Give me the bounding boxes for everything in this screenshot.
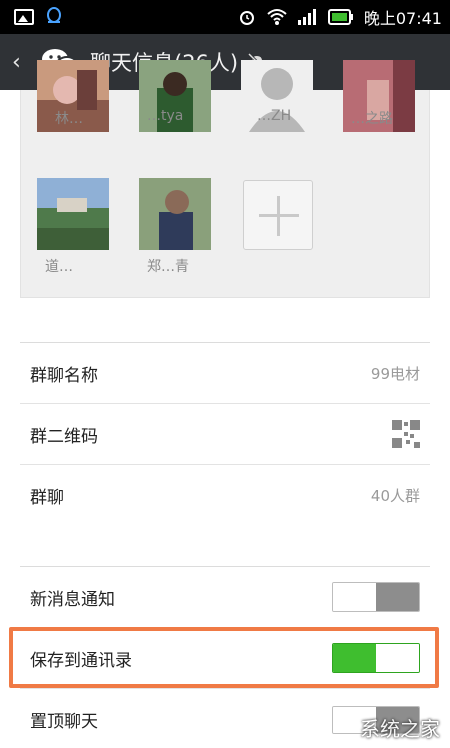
member-avatar[interactable]: …tya — [139, 60, 211, 132]
status-bar: 晚上07:41 — [0, 0, 450, 34]
qr-code-icon — [392, 420, 420, 448]
gallery-icon — [14, 9, 34, 25]
row-value: 40人群 — [370, 487, 420, 505]
row-label: 置顶聊天 — [30, 712, 98, 732]
avatar — [37, 178, 109, 250]
back-chevron-icon[interactable]: ‹ — [12, 50, 30, 75]
qr-code-row[interactable]: 群二维码 — [20, 404, 430, 465]
wifi-icon — [267, 9, 287, 25]
member-name: 道… — [45, 259, 73, 275]
member-avatar[interactable]: …之路 — [343, 60, 415, 132]
notify-toggle[interactable] — [332, 582, 420, 612]
battery-icon — [327, 9, 353, 25]
group-name-row[interactable]: 群聊名称 99电材 — [20, 343, 430, 404]
member-name: …tya — [147, 108, 184, 124]
watermark: 系统之家 — [360, 717, 440, 741]
highlight-box — [9, 627, 439, 688]
toggle-knob — [333, 583, 376, 611]
member-avatar[interactable]: 林… — [37, 60, 109, 132]
row-label: 新消息通知 — [30, 589, 115, 610]
new-message-notify-row: 新消息通知 — [20, 567, 430, 628]
member-name: …之路 — [351, 111, 393, 127]
member-grid: 林… …tya …ZH …之路 道… 郑…青 — [20, 60, 430, 298]
clock-time: 晚上07:41 — [363, 9, 442, 28]
alarm-icon — [239, 11, 254, 25]
group-row[interactable]: 群聊 40人群 — [20, 465, 430, 526]
row-value: 99电材 — [370, 364, 420, 383]
member-name: …ZH — [257, 108, 292, 124]
toggle-track — [376, 583, 419, 611]
settings-list-1: 群聊名称 99电材 群二维码 群聊 40人群 — [20, 342, 430, 526]
row-label: 群二维码 — [30, 426, 98, 447]
member-name: 郑…青 — [147, 259, 189, 275]
row-label: 群聊 — [30, 488, 64, 508]
member-name: 林… — [55, 111, 83, 127]
qq-icon — [47, 7, 61, 23]
member-avatar[interactable]: …ZH — [241, 60, 313, 132]
member-avatar[interactable]: 道… — [37, 178, 109, 275]
row-label: 群聊名称 — [30, 365, 98, 386]
signal-icon — [297, 9, 316, 25]
add-member-button[interactable] — [243, 180, 313, 250]
member-avatar[interactable]: 郑…青 — [139, 178, 211, 275]
avatar — [139, 178, 211, 250]
